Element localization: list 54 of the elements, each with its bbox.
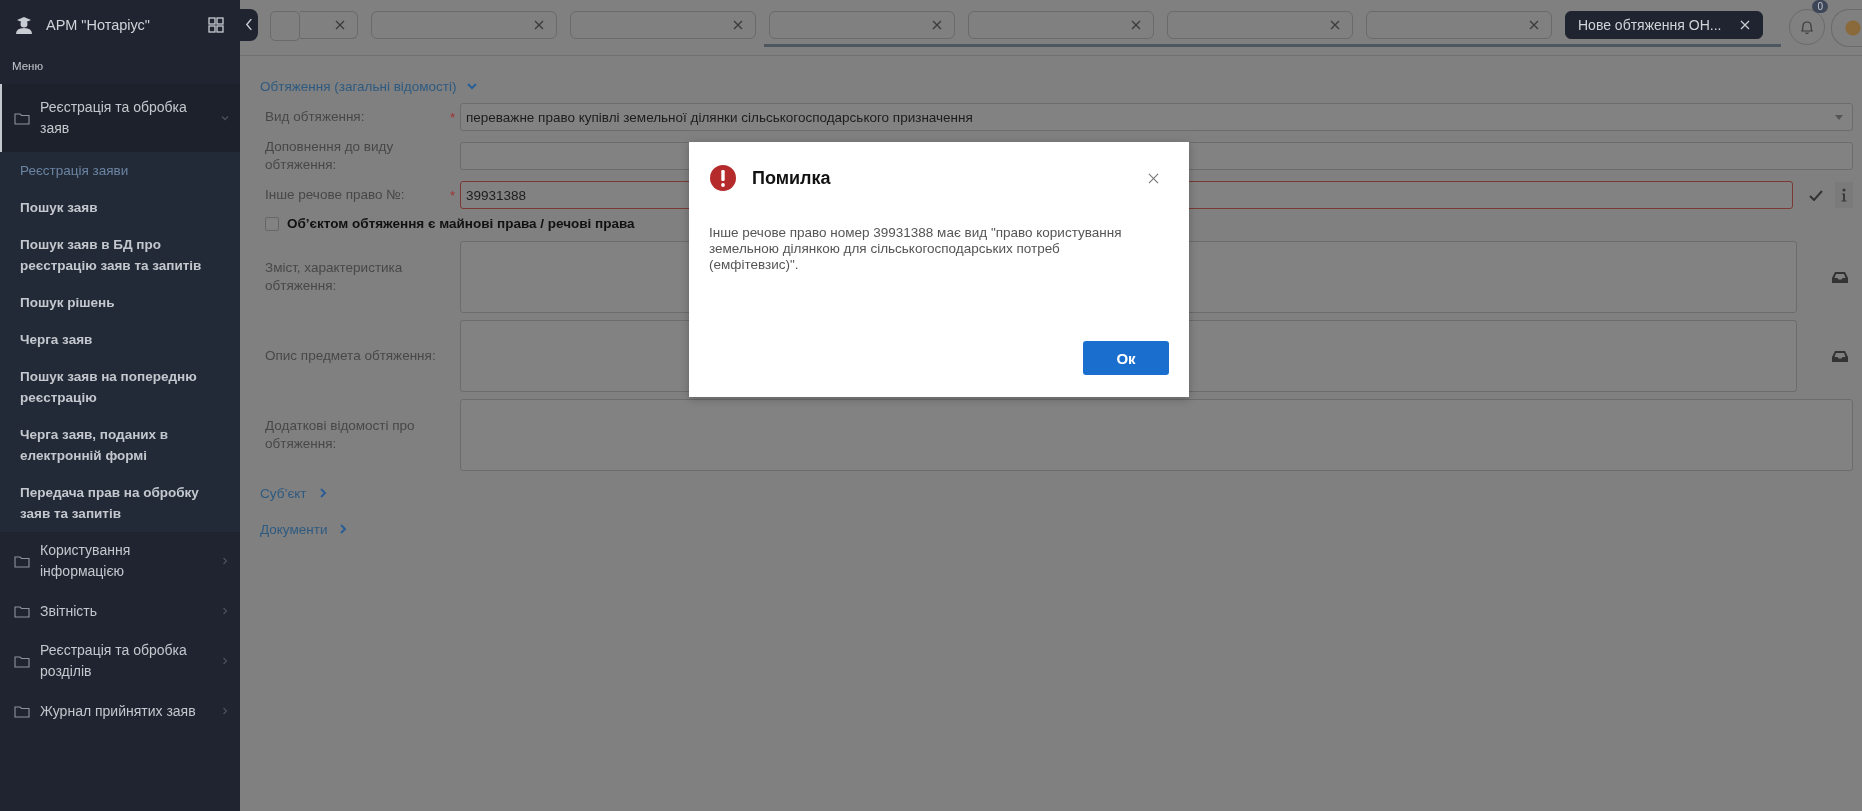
menu-item[interactable]: Черга заяв, поданих в електронній формі — [0, 416, 240, 474]
notification-count: 0 — [1812, 0, 1828, 13]
chevron-right-icon — [220, 706, 230, 716]
menu-label: Меню — [11, 59, 45, 74]
menu-item[interactable]: Пошук заяв на попередню реєстрацію — [0, 358, 240, 416]
dropdown-field[interactable]: переважне право купівлі земельної ділянки сільськогосподарського призначення — [460, 103, 1853, 131]
field-label: Додаткові відомості про обтяження: — [265, 417, 416, 453]
caret-icon — [1835, 114, 1843, 120]
field-label: Зміст, характеристика обтяження: — [265, 259, 404, 295]
menu-item[interactable]: Черга заяв — [0, 321, 240, 358]
menu-group[interactable]: Журнал прийнятих заяв — [0, 690, 240, 732]
inbox-icon[interactable] — [1831, 270, 1849, 284]
menu-item[interactable]: Пошук рішень — [0, 284, 240, 321]
tab[interactable] — [300, 10, 358, 39]
collapse-button[interactable] — [240, 8, 258, 41]
dialog-title: Помилка — [752, 167, 832, 189]
field-label: Доповнення до виду обтяження: — [265, 138, 395, 174]
folder-icon — [14, 604, 30, 618]
menu-item[interactable]: Пошук заяв — [0, 189, 240, 226]
inbox-icon[interactable] — [1831, 349, 1849, 363]
menu-item[interactable]: Пошук заяв в БД про реєстрацію заяв та запитів — [0, 226, 240, 284]
error-icon — [709, 164, 737, 192]
checkbox[interactable] — [265, 216, 279, 231]
tab[interactable]: Нове обтяження ОН... — [1565, 10, 1763, 39]
chevron-right-icon — [220, 656, 230, 666]
menu-group[interactable]: Користування інформацією — [0, 532, 240, 590]
folder-icon — [14, 654, 30, 668]
menu-item[interactable]: Реєстрація заяви — [0, 152, 240, 189]
ok-button[interactable]: Ок — [1083, 341, 1169, 375]
folder-icon — [14, 554, 30, 568]
field-label: Вид обтяження: — [265, 108, 366, 126]
required-mark: * — [450, 187, 456, 203]
check-icon[interactable] — [1809, 189, 1823, 201]
chevron-right-icon — [220, 556, 230, 566]
folder-icon — [14, 704, 30, 718]
field-label: Опис предмета обтяження: — [265, 347, 437, 365]
menu-item[interactable]: Передача прав на обробку заяв та запитів — [0, 474, 240, 532]
error-message: Інше речове право номер 39931388 має вид "право користування земельною ділянкою для сільськогосподарських потреб (емфітевзис)". — [709, 225, 1123, 273]
user-icon — [14, 16, 34, 34]
bell-icon — [1800, 18, 1814, 35]
required-mark: * — [450, 109, 456, 125]
menu-group[interactable]: Звітність — [0, 590, 240, 632]
info-icon[interactable] — [1835, 182, 1853, 208]
folder-icon — [14, 111, 30, 125]
checkbox-label: Об’єктом обтяження є майнові права / речові права — [287, 216, 635, 231]
chevron-right-icon — [220, 606, 230, 616]
menu-group[interactable]: Реєстрація та обробка розділів — [0, 632, 240, 690]
menu-group[interactable]: Реєстрація та обробка заяв — [0, 84, 240, 152]
chevron-down-icon — [220, 113, 230, 123]
chevron-left-icon — [244, 18, 254, 31]
field-label: Інше речове право №: — [265, 186, 406, 204]
chevron-icon — [466, 80, 479, 92]
app-title: АРМ "Нотаріус" — [46, 17, 151, 33]
layout-icon[interactable] — [208, 17, 224, 33]
